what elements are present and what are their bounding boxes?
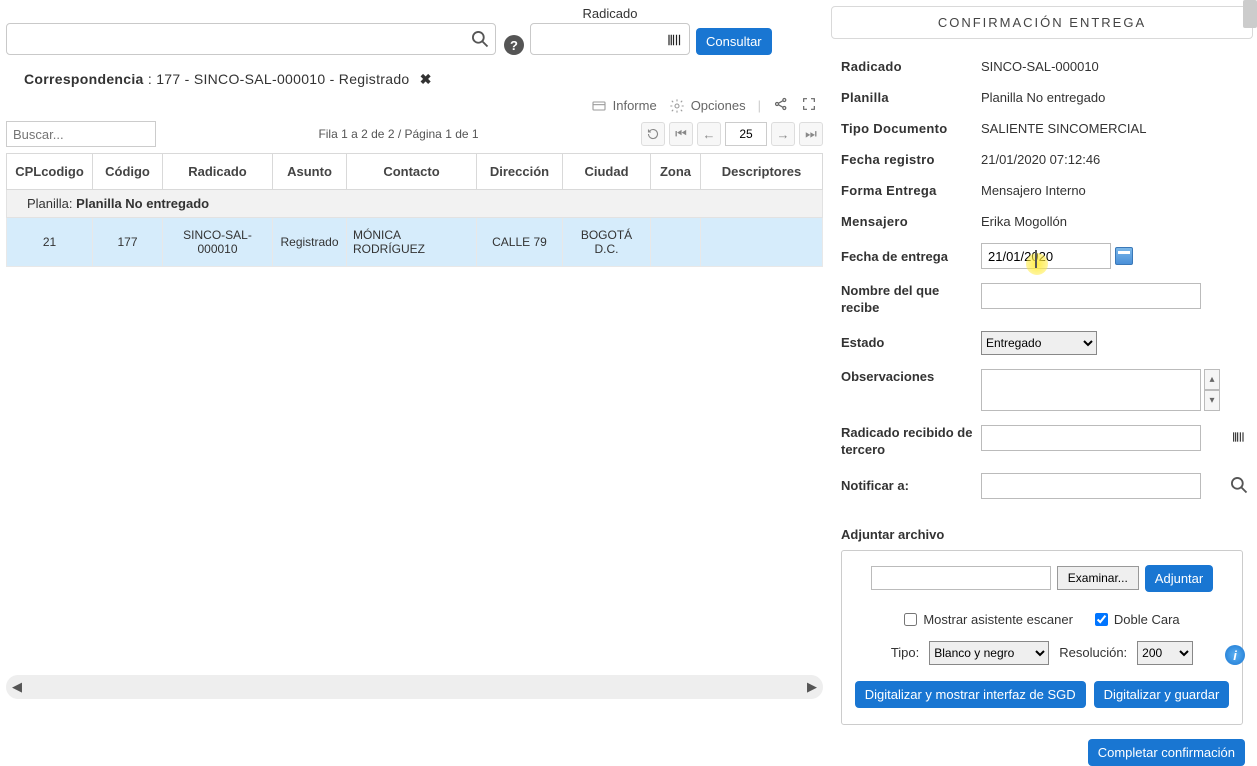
examinar-button[interactable]: Examinar... [1057,566,1139,590]
adjuntar-header: Adjuntar archivo [841,527,1253,542]
prev-page-button[interactable]: ← [697,122,721,146]
col-codigo[interactable]: Código [93,154,163,190]
col-cplcodigo[interactable]: CPLcodigo [7,154,93,190]
fecha-entrega-input[interactable] [981,243,1111,269]
text-cursor-icon [1035,250,1037,268]
group-row: Planilla: Planilla No entregado [7,190,823,218]
page-info: Fila 1 a 2 de 2 / Página 1 de 1 [166,127,631,141]
spin-up-icon[interactable]: ▴ [1204,369,1220,390]
opciones-button[interactable]: Opciones [669,98,746,114]
file-path-display [871,566,1051,590]
col-direccion[interactable]: Dirección [477,154,563,190]
digitalizar-sgd-button[interactable]: Digitalizar y mostrar interfaz de SGD [855,681,1086,708]
close-icon[interactable]: ✖ [420,71,432,87]
main-search-input[interactable] [6,23,496,55]
results-table: CPLcodigo Código Radicado Asunto Contact… [6,153,823,267]
doblecara-checkbox-label[interactable]: Doble Cara [1095,612,1180,627]
col-radicado[interactable]: Radicado [163,154,273,190]
col-asunto[interactable]: Asunto [273,154,347,190]
radicado-tercero-input[interactable] [981,425,1201,451]
attach-box: Examinar... Adjuntar Mostrar asistente e… [841,550,1243,725]
last-page-button[interactable]: ⏭ [799,122,823,146]
calendar-icon[interactable] [1115,247,1133,265]
scroll-right-icon[interactable]: ▶ [801,679,823,695]
grid-search-input[interactable] [6,121,156,147]
scroll-left-icon[interactable]: ◀ [6,679,28,695]
completar-confirmacion-button[interactable]: Completar confirmación [1088,739,1245,766]
table-row[interactable]: 21 177 SINCO-SAL-000010 Registrado MÓNIC… [7,218,823,267]
breadcrumb: Correspondencia : 177 - SINCO-SAL-000010… [24,71,823,88]
consultar-button[interactable]: Consultar [696,28,772,55]
tipo-select[interactable]: Blanco y negro [929,641,1049,665]
panel-title: CONFIRMACIÓN ENTREGA [831,6,1253,39]
notificar-input[interactable] [981,473,1201,499]
refresh-button[interactable] [641,122,665,146]
col-ciudad[interactable]: Ciudad [563,154,651,190]
first-page-button[interactable]: ⏮ [669,122,693,146]
fullscreen-icon[interactable] [801,96,817,115]
col-descriptores[interactable]: Descriptores [701,154,823,190]
next-page-button[interactable]: → [771,122,795,146]
vertical-scrollbar[interactable] [1239,0,1257,705]
asistente-checkbox-label[interactable]: Mostrar asistente escaner [904,612,1073,627]
resolucion-select[interactable]: 200 [1137,641,1193,665]
col-contacto[interactable]: Contacto [347,154,477,190]
col-zona[interactable]: Zona [651,154,701,190]
adjuntar-button[interactable]: Adjuntar [1145,565,1213,592]
breadcrumb-prefix: Correspondencia [24,71,144,87]
digitalizar-guardar-button[interactable]: Digitalizar y guardar [1094,681,1230,708]
doblecara-checkbox[interactable] [1095,613,1108,626]
gear-icon [669,98,685,114]
estado-select[interactable]: Entregado [981,331,1097,355]
informe-button[interactable]: Informe [591,98,657,114]
observaciones-textarea[interactable] [981,369,1201,411]
page-size-input[interactable] [725,122,767,146]
help-icon[interactable]: ? [504,35,524,55]
nombre-recibe-input[interactable] [981,283,1201,309]
barcode-icon[interactable] [666,31,684,49]
credit-card-icon [591,98,607,114]
share-icon[interactable] [773,96,789,115]
horizontal-scrollbar[interactable]: ◀ ▶ [6,675,823,699]
search-icon[interactable] [470,29,490,49]
breadcrumb-value: : 177 - SINCO-SAL-000010 - Registrado [148,71,410,87]
radicado-label: Radicado [530,6,690,21]
asistente-checkbox[interactable] [904,613,917,626]
spin-down-icon[interactable]: ▾ [1204,390,1220,411]
